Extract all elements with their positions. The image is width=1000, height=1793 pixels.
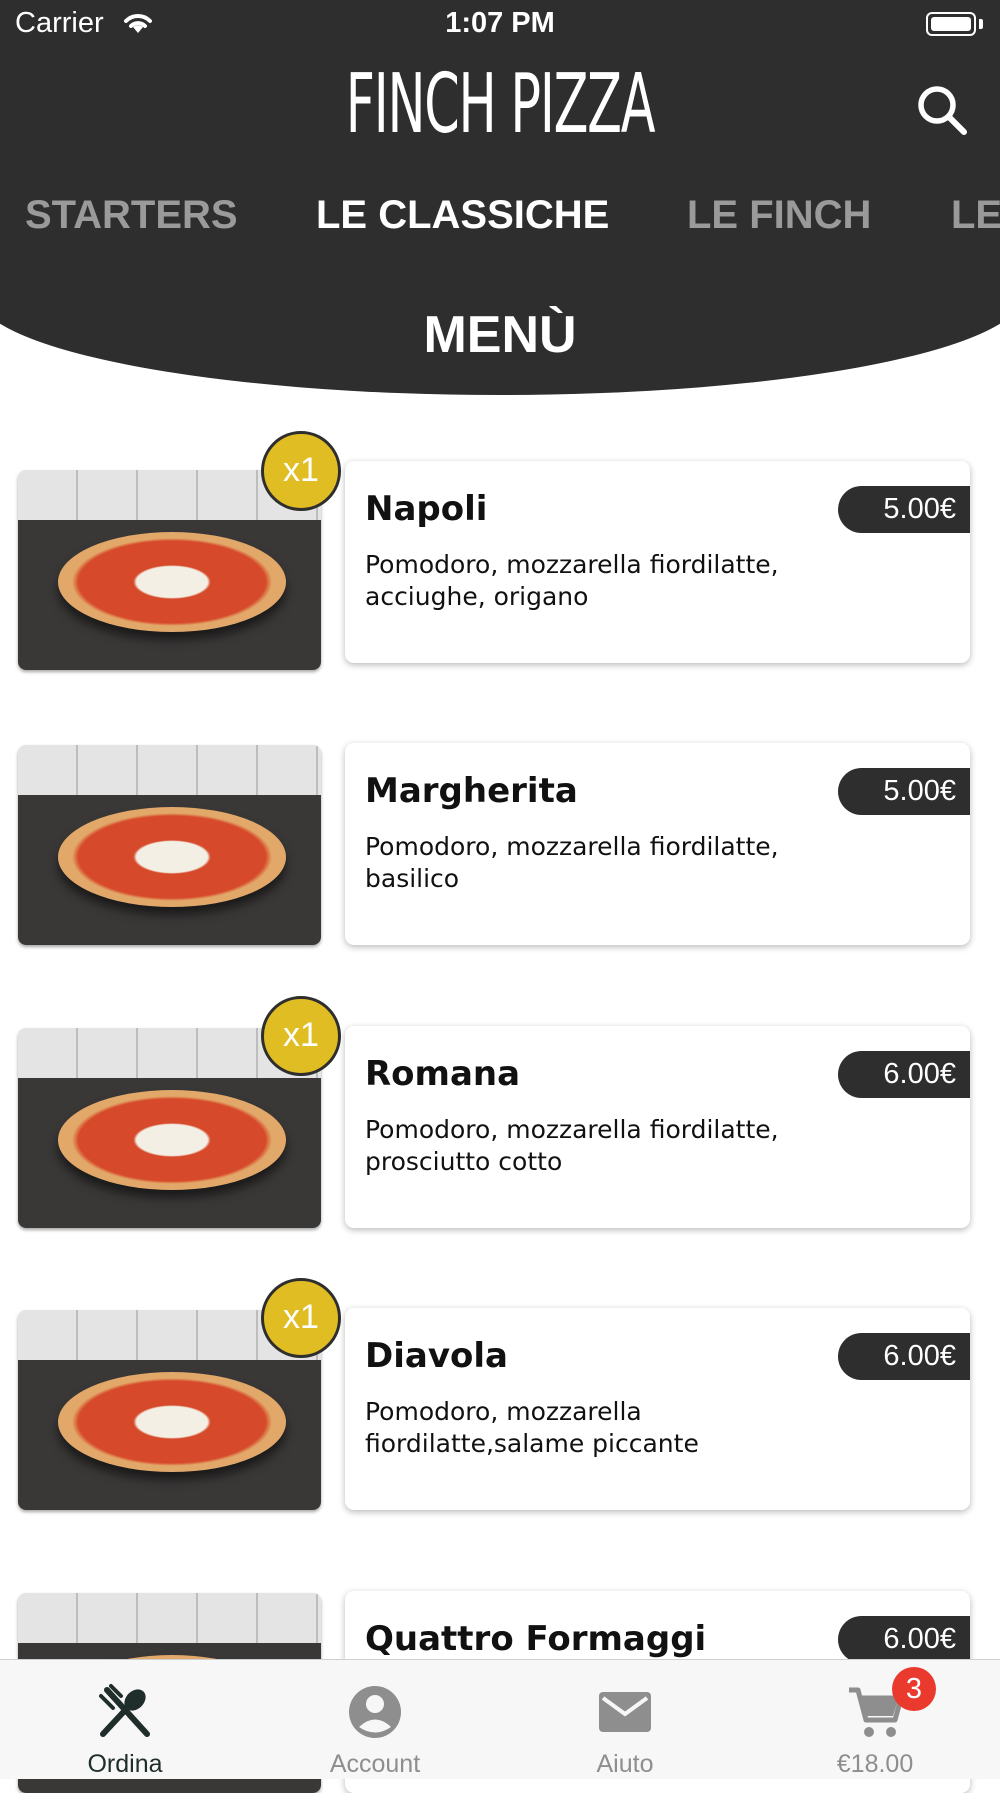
cart-total: €18.00 (836, 1750, 914, 1778)
price-tag: 5.00€ (838, 486, 970, 533)
pizza-photo[interactable] (18, 745, 321, 945)
cart-count-badge: 3 (892, 1667, 936, 1711)
clock: 1:07 PM (445, 7, 555, 39)
item-name: Romana (365, 1054, 521, 1094)
item-name: Napoli (365, 489, 488, 529)
mail-icon (599, 1692, 651, 1732)
fork-spoon-icon (99, 1684, 150, 1737)
status-bar: Carrier 1:07 PM (0, 0, 1000, 50)
category-tabs: STARTERS LE CLASSICHE LE FINCH LE (0, 193, 1000, 249)
tab-le-classiche[interactable]: LE CLASSICHE (316, 193, 609, 238)
tab-starters[interactable]: STARTERS (25, 193, 238, 238)
tab-bar-item-cart[interactable]: €18.00 (750, 1660, 1000, 1779)
price-tag: 5.00€ (838, 768, 970, 815)
tab-le[interactable]: LE (951, 193, 1000, 238)
item-name: Margherita (365, 771, 578, 811)
battery-nub (979, 19, 983, 29)
item-name: Diavola (365, 1336, 508, 1376)
account-icon (349, 1686, 401, 1738)
tab-bar-item-account[interactable]: Account (250, 1660, 500, 1779)
item-description: Pomodoro, mozzarella fiordilatte,salame … (365, 1397, 699, 1458)
tab-bar-item-aiuto[interactable]: Aiuto (500, 1660, 750, 1779)
app-logo: FINCH PIZZA (345, 57, 656, 152)
item-description: Pomodoro, mozzarella fiordilatte, prosci… (365, 1115, 779, 1176)
menu-item[interactable]: Romana Pomodoro, mozzarella fiordilatte,… (0, 995, 1000, 1228)
section-title: MENÙ (423, 306, 577, 364)
price-tag: 6.00€ (838, 1051, 970, 1098)
item-description: Pomodoro, mozzarella fiordilatte, acciug… (365, 550, 779, 611)
search-icon[interactable] (914, 82, 970, 138)
tab-bar-item-ordina[interactable]: Ordina (0, 1660, 250, 1779)
menu-item[interactable]: Napoli Pomodoro, mozzarella fiordilatte,… (0, 430, 1000, 670)
tab-bar-label: Aiuto (596, 1750, 654, 1778)
quantity-badge: x1 (261, 431, 341, 511)
tab-bar-label: Account (329, 1750, 421, 1778)
item-name: Quattro Formaggi (365, 1619, 707, 1659)
quantity-badge: x1 (261, 996, 341, 1076)
bottom-tab-bar: Ordina Account Aiuto €18.00 (0, 1659, 1000, 1779)
item-description: Pomodoro, mozzarella fiordilatte, basili… (365, 832, 779, 893)
menu-item[interactable]: Margherita Pomodoro, mozzarella fiordila… (0, 712, 1000, 945)
menu-item[interactable]: Diavola Pomodoro, mozzarella fiordilatte… (0, 1277, 1000, 1510)
quantity-badge: x1 (261, 1278, 341, 1358)
price-tag: 6.00€ (838, 1616, 970, 1663)
price-tag: 6.00€ (838, 1333, 970, 1380)
tab-bar-label: Ordina (87, 1750, 163, 1778)
battery-icon (926, 12, 976, 36)
tab-le-finch[interactable]: LE FINCH (687, 193, 871, 238)
